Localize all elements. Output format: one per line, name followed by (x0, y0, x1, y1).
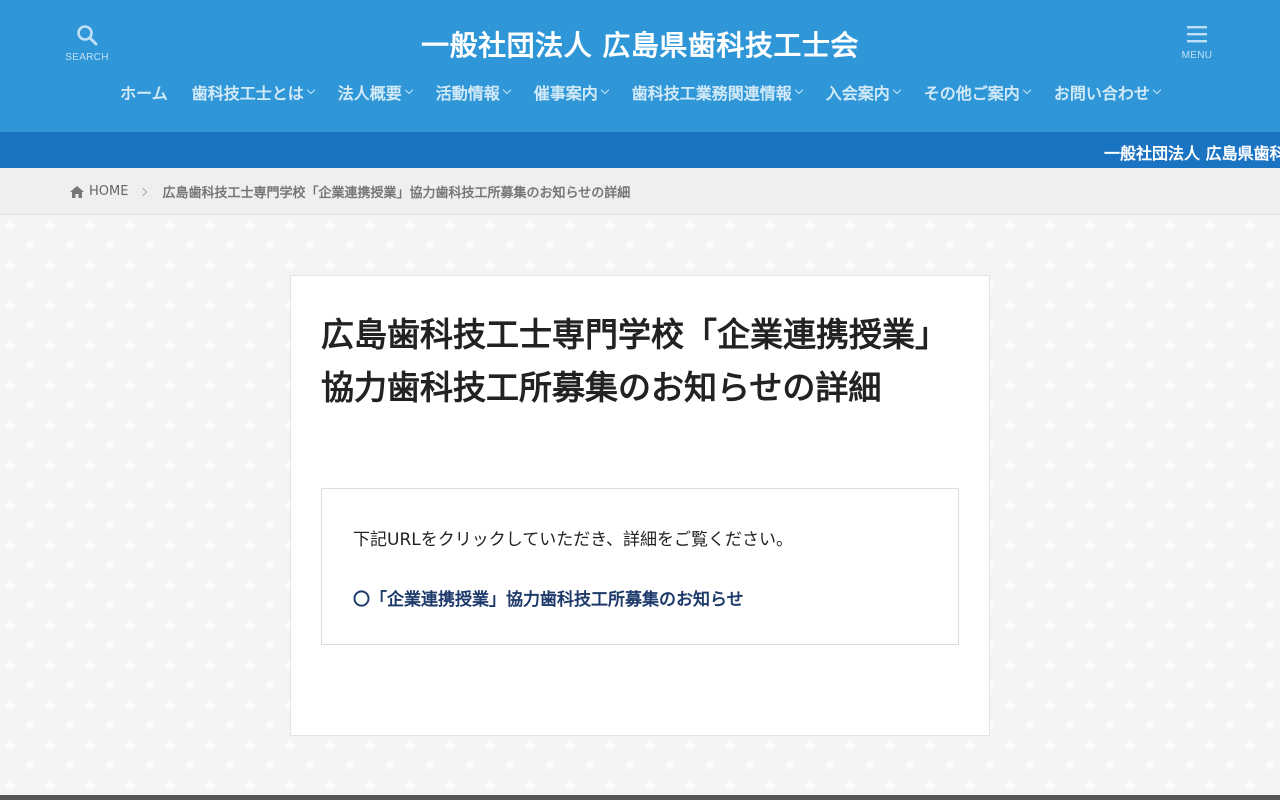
chevron-down-icon (794, 85, 804, 95)
breadcrumb-home-link[interactable]: HOME (70, 184, 128, 199)
chevron-down-icon (306, 85, 315, 95)
breadcrumb-bar: HOME 広島歯科技工士専門学校「企業連携授業」協力歯科技工所募集のお知らせの詳… (0, 168, 1280, 215)
news-ticker: 一般社団法人 広島県歯科 (0, 132, 1280, 168)
notice-link[interactable]: 〇「企業連携授業」協力歯科技工所募集のお知らせ (353, 585, 744, 610)
breadcrumb: HOME 広島歯科技工士専門学校「企業連携授業」協力歯科技工所募集のお知らせの詳… (70, 182, 630, 201)
breadcrumb-home-label: HOME (89, 184, 129, 199)
nav-item-label: 催事案内 (533, 84, 598, 103)
nav-item-industry-info[interactable]: 歯科技工業務関連情報 (620, 80, 814, 104)
nav-item-label: お問い合わせ (1053, 84, 1150, 103)
home-icon (70, 185, 84, 198)
nav-item-corporate-overview[interactable]: 法人概要 (326, 80, 424, 104)
breadcrumb-current: 広島歯科技工士専門学校「企業連携授業」協力歯科技工所募集のお知らせの詳細 (162, 186, 631, 201)
article-description: 下記URLをクリックしていただき、詳細をご覧ください。 (353, 530, 794, 550)
nav-item-events[interactable]: 催事案内 (522, 80, 620, 104)
nav-item-label: 法人概要 (337, 84, 402, 103)
nav-item-activities[interactable]: 活動情報 (424, 80, 522, 104)
article-card: 広島歯科技工士専門学校「企業連携授業」協力歯科技工所募集のお知らせの詳細 下記U… (290, 275, 990, 736)
nav-item-label: 歯科技工士とは (191, 84, 304, 103)
chevron-down-icon (1022, 85, 1032, 95)
site-title[interactable]: 一般社団法人 広島県歯科技工士会 (0, 24, 1280, 64)
site-header: SEARCH 一般社団法人 広島県歯科技工士会 MENU ホーム 歯科技工士とは… (0, 0, 1280, 132)
chevron-down-icon (502, 85, 511, 95)
nav-item-home[interactable]: ホーム (108, 80, 180, 104)
nav-item-label: その他ご案内 (923, 84, 1020, 103)
chevron-down-icon (1152, 85, 1162, 95)
chevron-right-icon (139, 187, 148, 196)
nav-item-membership[interactable]: 入会案内 (814, 80, 912, 104)
nav-item-label: ホーム (120, 84, 168, 103)
chevron-down-icon (404, 85, 413, 95)
ticker-text[interactable]: 一般社団法人 広島県歯科 (1104, 140, 1280, 164)
nav-item-label: 入会案内 (825, 84, 890, 103)
footer-strip (0, 795, 1280, 800)
menu-button[interactable]: MENU (1167, 24, 1227, 61)
nav-item-other-info[interactable]: その他ご案内 (912, 80, 1042, 104)
main-navigation: ホーム 歯科技工士とは 法人概要 活動情報 催事案内 歯科技工業務関連情報 入会… (0, 80, 1280, 104)
chevron-down-icon (892, 85, 902, 95)
article-body-box: 下記URLをクリックしていただき、詳細をご覧ください。 〇「企業連携授業」協力歯… (321, 488, 959, 645)
chevron-down-icon (600, 85, 610, 95)
nav-item-contact[interactable]: お問い合わせ (1042, 80, 1172, 104)
menu-label: MENU (1181, 50, 1213, 61)
nav-item-label: 活動情報 (435, 84, 500, 103)
nav-item-about-technicians[interactable]: 歯科技工士とは (180, 80, 326, 104)
nav-item-label: 歯科技工業務関連情報 (631, 84, 792, 103)
article-title: 広島歯科技工士専門学校「企業連携授業」協力歯科技工所募集のお知らせの詳細 (321, 315, 948, 407)
hamburger-menu-icon (1187, 26, 1207, 43)
